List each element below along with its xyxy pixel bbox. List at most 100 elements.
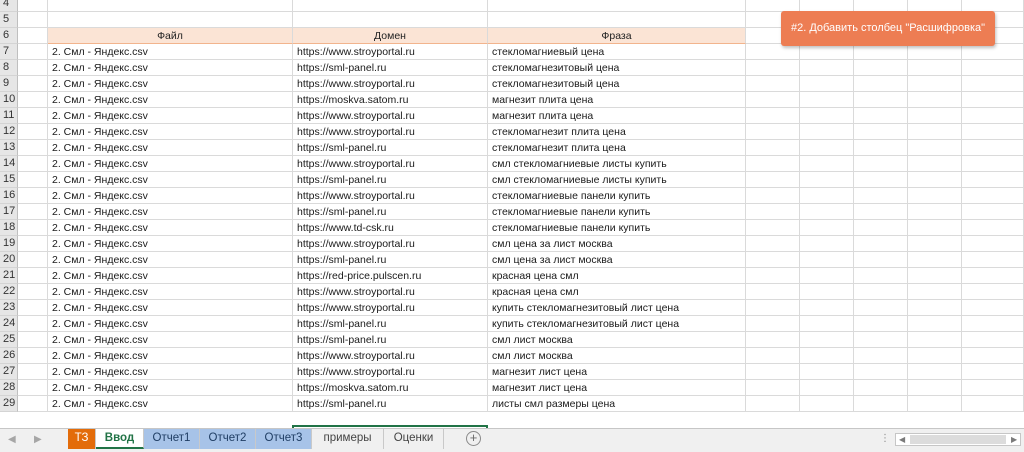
row-number[interactable]: 9	[0, 76, 18, 92]
phrase-cell[interactable]: смл цена за лист москва	[488, 252, 746, 268]
empty-cell[interactable]	[746, 332, 800, 348]
empty-cell[interactable]	[854, 316, 908, 332]
phrase-cell[interactable]: магнезит лист цена	[488, 380, 746, 396]
row-number[interactable]: 22	[0, 284, 18, 300]
empty-cell[interactable]	[18, 300, 48, 316]
empty-cell[interactable]	[854, 140, 908, 156]
empty-cell[interactable]	[962, 252, 1024, 268]
sheet-tab[interactable]: Отчет1	[144, 429, 200, 449]
tab-splitter-handle[interactable]: ⋮	[880, 433, 891, 444]
row-number[interactable]: 7	[0, 44, 18, 60]
empty-cell[interactable]	[18, 188, 48, 204]
empty-cell[interactable]	[18, 268, 48, 284]
row-number[interactable]: 4	[0, 0, 18, 12]
file-cell[interactable]: 2. Смл - Яндекс.csv	[48, 204, 293, 220]
file-cell[interactable]: 2. Смл - Яндекс.csv	[48, 76, 293, 92]
empty-cell[interactable]	[962, 348, 1024, 364]
domain-cell[interactable]: https://sml-panel.ru	[293, 316, 488, 332]
phrase-cell[interactable]: смл стекломагниевые листы купить	[488, 156, 746, 172]
empty-cell[interactable]	[746, 236, 800, 252]
empty-cell[interactable]	[800, 156, 854, 172]
empty-cell[interactable]	[962, 108, 1024, 124]
empty-cell[interactable]	[18, 60, 48, 76]
empty-cell[interactable]	[293, 12, 488, 28]
empty-cell[interactable]	[800, 348, 854, 364]
empty-cell[interactable]	[18, 156, 48, 172]
empty-cell[interactable]	[908, 364, 962, 380]
domain-cell[interactable]: https://www.stroyportal.ru	[293, 44, 488, 60]
empty-cell[interactable]	[854, 188, 908, 204]
empty-cell[interactable]	[18, 380, 48, 396]
row-number[interactable]: 14	[0, 156, 18, 172]
file-cell[interactable]: 2. Смл - Яндекс.csv	[48, 140, 293, 156]
empty-cell[interactable]	[962, 156, 1024, 172]
row-number[interactable]: 21	[0, 268, 18, 284]
empty-cell[interactable]	[18, 348, 48, 364]
sheet-tab[interactable]: примеры	[312, 429, 384, 449]
empty-cell[interactable]	[962, 76, 1024, 92]
empty-cell[interactable]	[800, 44, 854, 60]
file-cell[interactable]: 2. Смл - Яндекс.csv	[48, 60, 293, 76]
empty-cell[interactable]	[18, 124, 48, 140]
empty-cell[interactable]	[854, 396, 908, 412]
empty-cell[interactable]	[908, 316, 962, 332]
sheet-tab[interactable]: Отчет3	[256, 429, 312, 449]
phrase-cell[interactable]: смл лист москва	[488, 348, 746, 364]
empty-cell[interactable]	[746, 316, 800, 332]
horizontal-scrollbar[interactable]: ◀ ▶	[895, 433, 1021, 446]
empty-cell[interactable]	[962, 60, 1024, 76]
empty-cell[interactable]	[908, 220, 962, 236]
empty-cell[interactable]	[18, 252, 48, 268]
empty-cell[interactable]	[746, 188, 800, 204]
empty-cell[interactable]	[800, 300, 854, 316]
empty-cell[interactable]	[854, 44, 908, 60]
empty-cell[interactable]	[854, 348, 908, 364]
empty-cell[interactable]	[908, 204, 962, 220]
empty-cell[interactable]	[746, 220, 800, 236]
file-cell[interactable]: 2. Смл - Яндекс.csv	[48, 124, 293, 140]
empty-cell[interactable]	[962, 332, 1024, 348]
empty-cell[interactable]	[962, 316, 1024, 332]
row-number[interactable]: 8	[0, 60, 18, 76]
empty-cell[interactable]	[746, 284, 800, 300]
file-cell[interactable]: 2. Смл - Яндекс.csv	[48, 300, 293, 316]
scroll-tabs-left-icon[interactable]: ◀	[8, 434, 16, 445]
file-cell[interactable]: 2. Смл - Яндекс.csv	[48, 396, 293, 412]
empty-cell[interactable]	[908, 300, 962, 316]
empty-cell[interactable]	[746, 92, 800, 108]
empty-cell[interactable]	[908, 188, 962, 204]
empty-cell[interactable]	[962, 364, 1024, 380]
scroll-right-arrow-icon[interactable]: ▶	[1011, 434, 1017, 445]
empty-cell[interactable]	[18, 220, 48, 236]
empty-cell[interactable]	[18, 396, 48, 412]
empty-cell[interactable]	[48, 12, 293, 28]
empty-cell[interactable]	[18, 28, 48, 44]
column-header-file[interactable]: Файл	[48, 28, 293, 44]
phrase-cell[interactable]: смл лист москва	[488, 332, 746, 348]
empty-cell[interactable]	[962, 268, 1024, 284]
empty-cell[interactable]	[746, 396, 800, 412]
domain-cell[interactable]: https://www.stroyportal.ru	[293, 156, 488, 172]
empty-cell[interactable]	[854, 124, 908, 140]
empty-cell[interactable]	[18, 92, 48, 108]
empty-cell[interactable]	[908, 156, 962, 172]
empty-cell[interactable]	[746, 60, 800, 76]
empty-cell[interactable]	[746, 204, 800, 220]
domain-cell[interactable]: https://www.stroyportal.ru	[293, 124, 488, 140]
phrase-cell[interactable]: стекломагнезитовый цена	[488, 76, 746, 92]
file-cell[interactable]: 2. Смл - Яндекс.csv	[48, 332, 293, 348]
file-cell[interactable]: 2. Смл - Яндекс.csv	[48, 252, 293, 268]
file-cell[interactable]: 2. Смл - Яндекс.csv	[48, 316, 293, 332]
empty-cell[interactable]	[746, 108, 800, 124]
row-number[interactable]: 25	[0, 332, 18, 348]
row-number[interactable]: 29	[0, 396, 18, 412]
empty-cell[interactable]	[854, 172, 908, 188]
empty-cell[interactable]	[746, 268, 800, 284]
domain-cell[interactable]: https://sml-panel.ru	[293, 172, 488, 188]
empty-cell[interactable]	[854, 380, 908, 396]
file-cell[interactable]: 2. Смл - Яндекс.csv	[48, 348, 293, 364]
empty-cell[interactable]	[18, 284, 48, 300]
empty-cell[interactable]	[800, 92, 854, 108]
phrase-cell[interactable]: стекломагнезитовый цена	[488, 60, 746, 76]
empty-cell[interactable]	[962, 220, 1024, 236]
